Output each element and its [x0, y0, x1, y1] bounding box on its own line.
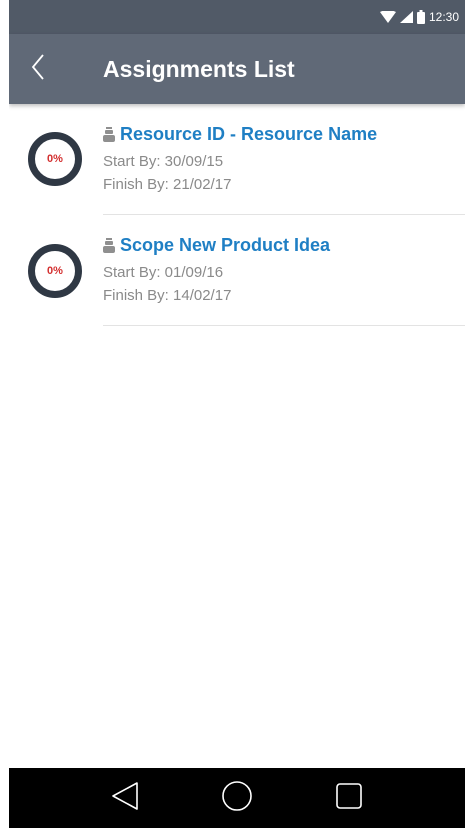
resource-icon	[103, 237, 115, 253]
assignment-title[interactable]: Resource ID - Resource Name	[120, 124, 377, 145]
navigation-bar	[9, 768, 465, 828]
nav-recents-button[interactable]	[329, 778, 369, 818]
start-date: Start By: 30/09/15	[103, 153, 224, 170]
app-bar: Assignments List	[9, 34, 465, 104]
list-item[interactable]: 0% Resource ID - Resource Name Start By:…	[9, 104, 465, 215]
triangle-back-icon	[111, 781, 139, 816]
progress-ring: 0%	[26, 130, 84, 188]
chevron-left-icon	[31, 53, 45, 85]
finish-date: Finish By: 14/02/17	[103, 287, 232, 304]
nav-home-button[interactable]	[217, 778, 257, 818]
app-screen: 12:30 Assignments List 0% Resource ID - …	[9, 0, 465, 828]
resource-icon	[103, 126, 115, 142]
back-button[interactable]	[9, 34, 67, 104]
wifi-icon	[379, 11, 396, 23]
list-item[interactable]: 0% Scope New Product Idea Start By: 01/0…	[9, 215, 465, 326]
progress-percent: 0%	[47, 265, 63, 277]
square-recents-icon	[335, 782, 363, 815]
page-title: Assignments List	[103, 55, 295, 82]
progress-ring: 0%	[26, 242, 84, 300]
assignments-list: 0% Resource ID - Resource Name Start By:…	[9, 104, 465, 326]
signal-icon	[399, 11, 413, 23]
status-bar: 12:30	[9, 0, 465, 34]
circle-home-icon	[221, 780, 253, 817]
start-date: Start By: 01/09/16	[103, 264, 224, 281]
finish-date: Finish By: 21/02/17	[103, 176, 232, 193]
divider	[103, 325, 465, 326]
battery-icon	[416, 10, 425, 24]
nav-back-button[interactable]	[105, 778, 145, 818]
progress-percent: 0%	[47, 153, 63, 165]
status-time: 12:30	[428, 10, 459, 24]
assignment-title[interactable]: Scope New Product Idea	[120, 235, 330, 256]
